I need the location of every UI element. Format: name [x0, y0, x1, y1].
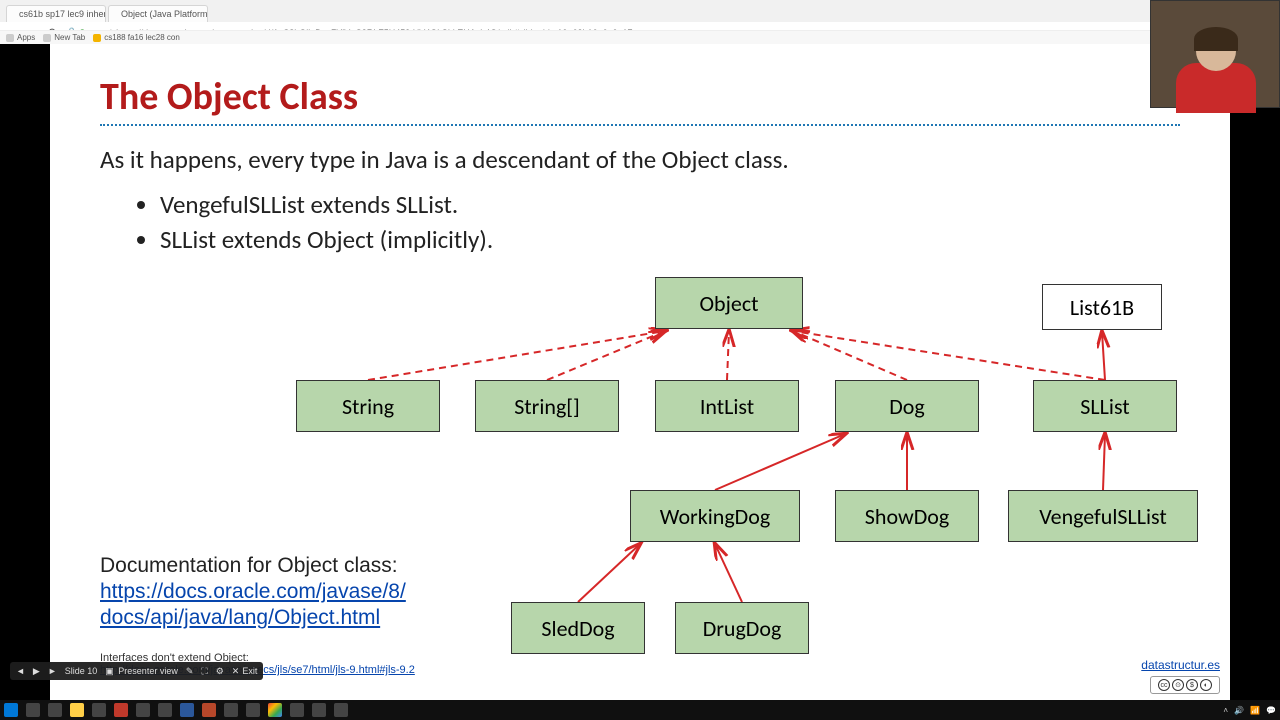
doc-link[interactable]: https://docs.oracle.com/javase/8/ docs/a…	[100, 579, 406, 632]
presenter-figure	[1171, 31, 1261, 109]
bookmark-newtab[interactable]: New Tab	[43, 33, 85, 42]
app-icon[interactable]	[312, 703, 326, 717]
app-icon[interactable]	[180, 703, 194, 717]
class-node-object: Object	[655, 277, 803, 329]
next-slide-button[interactable]: ►	[48, 666, 57, 676]
webcam-overlay	[1150, 0, 1280, 108]
class-node-sleddog: SledDog	[511, 602, 645, 654]
tray-icon[interactable]: 📶	[1250, 706, 1260, 715]
brand-link[interactable]: datastructur.es	[1141, 658, 1220, 672]
slide-indicator[interactable]: Slide 10	[65, 666, 98, 676]
bookmark-cs188[interactable]: cs188 fa16 lec28 con	[93, 33, 180, 42]
app-icon[interactable]	[224, 703, 238, 717]
bullet-1: SLList extends Object (implicitly).	[160, 224, 1180, 255]
title-underline	[100, 124, 1180, 126]
chrome-icon[interactable]	[268, 703, 282, 717]
lead-text: As it happens, every type in Java is a d…	[100, 144, 1180, 175]
app-icon[interactable]	[92, 703, 106, 717]
taskview-button[interactable]	[48, 703, 62, 717]
class-node-showdog: ShowDog	[835, 490, 979, 542]
search-button[interactable]	[26, 703, 40, 717]
notification-icon[interactable]: 💬	[1266, 706, 1276, 715]
slide-body: As it happens, every type in Java is a d…	[100, 144, 1180, 259]
settings-button[interactable]: ⚙	[216, 666, 224, 677]
class-node-vsllist: VengefulSLList	[1008, 490, 1198, 542]
presentation-stage: The Object Class As it happens, every ty…	[0, 44, 1280, 700]
class-node-dog: Dog	[835, 380, 979, 432]
browser-tab-1[interactable]: Object (Java Platform S ×	[108, 5, 208, 22]
windows-taskbar: ˄ 🔊 📶 💬	[0, 700, 1280, 720]
pointer-button[interactable]: ✎	[186, 666, 194, 677]
slide-title: The Object Class	[100, 74, 358, 120]
bookmarks-bar: Apps New Tab cs188 fa16 lec28 con	[0, 30, 1280, 44]
presenter-view-button[interactable]: ▣Presenter view	[105, 666, 178, 676]
system-tray[interactable]: ˄ 🔊 📶 💬	[1223, 706, 1276, 715]
tray-icon[interactable]: 🔊	[1234, 706, 1244, 715]
class-node-sllist: SLList	[1033, 380, 1177, 432]
page-icon	[43, 34, 51, 42]
app-icon[interactable]	[246, 703, 260, 717]
app-icon[interactable]	[136, 703, 150, 717]
fullscreen-button[interactable]: ⛶	[201, 666, 207, 677]
close-icon: ✕	[232, 666, 240, 677]
app-icon[interactable]	[158, 703, 172, 717]
app-icon[interactable]	[334, 703, 348, 717]
explorer-icon[interactable]	[70, 703, 84, 717]
bullet-list: VengefulSLList extends SLList. SLList ex…	[160, 189, 1180, 255]
tab-strip: cs61b sp17 lec9 inherit × Object (Java P…	[0, 0, 1280, 22]
prev-slide-button[interactable]: ◄	[16, 666, 25, 676]
page-icon	[93, 34, 101, 42]
gear-icon: ⚙	[216, 666, 224, 677]
browser-tab-0[interactable]: cs61b sp17 lec9 inherit ×	[6, 5, 106, 22]
exit-button[interactable]: ✕Exit	[232, 666, 258, 677]
app-icon[interactable]	[114, 703, 128, 717]
tab-label: Object (Java Platform S	[121, 9, 208, 19]
app-icon[interactable]	[202, 703, 216, 717]
class-node-list61b: List61B	[1042, 284, 1162, 330]
apps-icon	[6, 34, 14, 42]
class-node-workdog: WorkingDog	[630, 490, 800, 542]
doc-label: Documentation for Object class:	[100, 554, 398, 578]
app-icon[interactable]	[290, 703, 304, 717]
bullet-0: VengefulSLList extends SLList.	[160, 189, 1180, 220]
play-button[interactable]: ▶	[33, 666, 40, 677]
tray-chevron-icon[interactable]: ˄	[1223, 706, 1228, 715]
tab-label: cs61b sp17 lec9 inherit	[19, 9, 106, 19]
class-node-string: String	[296, 380, 440, 432]
slide: The Object Class As it happens, every ty…	[50, 44, 1230, 700]
bookmark-apps[interactable]: Apps	[6, 33, 35, 42]
start-button[interactable]	[4, 703, 18, 717]
class-node-stringarr: String[]	[475, 380, 619, 432]
presenter-icon: ▣	[105, 666, 115, 676]
class-node-intlist: IntList	[655, 380, 799, 432]
presenter-toolbar: ◄ ▶ ► Slide 10 ▣Presenter view ✎ ⛶ ⚙ ✕Ex…	[10, 662, 263, 680]
cc-license-badge: cc⊙$◐	[1150, 676, 1220, 694]
class-node-drugdog: DrugDog	[675, 602, 809, 654]
